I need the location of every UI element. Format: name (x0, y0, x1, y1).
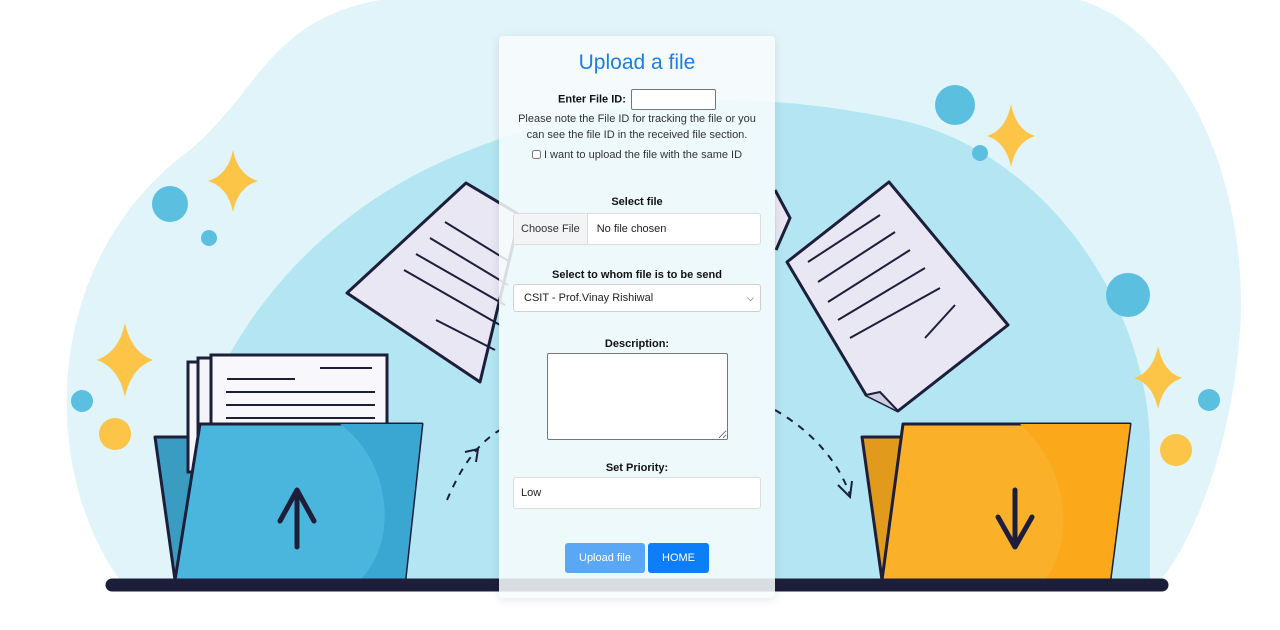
chevron-down-icon: ⌵ (747, 292, 754, 303)
dot-decoration (99, 418, 131, 450)
dot-decoration (972, 145, 988, 161)
dot-decoration (1198, 389, 1220, 411)
dot-decoration (935, 85, 975, 125)
select-file-label: Select file (611, 196, 663, 208)
priority-value: Low (521, 487, 542, 499)
upload-file-button[interactable]: Upload file (565, 543, 645, 573)
file-id-note: Please note the File ID for tracking the… (518, 113, 756, 141)
dot-decoration (1160, 434, 1192, 466)
same-id-row: I want to upload the file with the same … (499, 149, 775, 161)
home-button[interactable]: HOME (648, 543, 709, 573)
recipient-select[interactable]: CSIT - Prof.Vinay Rishiwal ⌵ (513, 284, 761, 312)
upload-card: Upload a file Enter File ID: Please note… (499, 36, 775, 598)
priority-input[interactable]: Low (513, 477, 761, 509)
button-row: Upload file HOME (499, 543, 775, 573)
dot-decoration (201, 230, 217, 246)
recipient-label: Select to whom file is to be send (552, 269, 722, 281)
priority-label: Set Priority: (605, 462, 669, 474)
same-id-checkbox[interactable] (531, 150, 541, 159)
file-status-text: No file chosen (596, 223, 667, 235)
upload-folder-icon (153, 353, 424, 582)
file-id-row: Enter File ID: (499, 89, 775, 111)
download-folder-icon (860, 422, 1132, 582)
dot-decoration (1106, 273, 1150, 317)
page-title: Upload a file (578, 51, 696, 74)
recipient-selected-value: CSIT - Prof.Vinay Rishiwal (524, 292, 654, 304)
file-id-input[interactable] (630, 89, 716, 110)
dot-decoration (152, 186, 188, 222)
file-input[interactable]: Choose File No file chosen (513, 213, 761, 245)
file-id-label: Enter File ID: (558, 93, 626, 106)
dot-decoration (71, 390, 93, 412)
description-textarea[interactable] (546, 353, 728, 440)
choose-file-button[interactable]: Choose File (514, 214, 588, 244)
same-id-label: I want to upload the file with the same … (543, 149, 743, 161)
description-label: Description: (604, 338, 670, 350)
